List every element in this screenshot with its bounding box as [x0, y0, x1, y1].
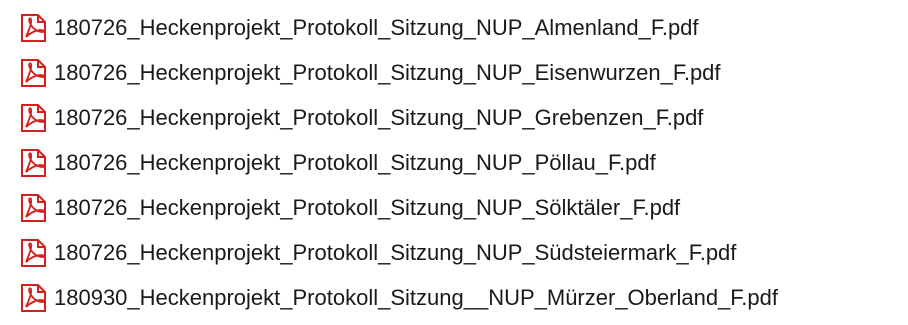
file-item-muerzer-oberland[interactable]: 180930_Heckenprojekt_Protokoll_Sitzung__… — [18, 275, 904, 320]
file-name: 180726_Heckenprojekt_Protokoll_Sitzung_N… — [54, 239, 737, 265]
file-name: 180726_Heckenprojekt_Protokoll_Sitzung_N… — [54, 59, 721, 85]
file-name: 180930_Heckenprojekt_Protokoll_Sitzung__… — [54, 284, 778, 310]
file-list: 180726_Heckenprojekt_Protokoll_Sitzung_N… — [18, 5, 904, 320]
pdf-file-icon — [18, 58, 50, 88]
file-item-suedsteiermark[interactable]: 180726_Heckenprojekt_Protokoll_Sitzung_N… — [18, 230, 904, 275]
file-name: 180726_Heckenprojekt_Protokoll_Sitzung_N… — [54, 14, 699, 40]
pdf-file-icon — [18, 103, 50, 133]
pdf-file-icon — [18, 148, 50, 178]
file-item-soelktaeler[interactable]: 180726_Heckenprojekt_Protokoll_Sitzung_N… — [18, 185, 904, 230]
pdf-file-icon — [18, 193, 50, 223]
file-item-almenland[interactable]: 180726_Heckenprojekt_Protokoll_Sitzung_N… — [18, 5, 904, 50]
file-name: 180726_Heckenprojekt_Protokoll_Sitzung_N… — [54, 149, 656, 175]
pdf-file-icon — [18, 13, 50, 43]
file-name: 180726_Heckenprojekt_Protokoll_Sitzung_N… — [54, 104, 704, 130]
file-name: 180726_Heckenprojekt_Protokoll_Sitzung_N… — [54, 194, 681, 220]
pdf-file-icon — [18, 283, 50, 313]
file-item-poellau[interactable]: 180726_Heckenprojekt_Protokoll_Sitzung_N… — [18, 140, 904, 185]
file-item-grebenzen[interactable]: 180726_Heckenprojekt_Protokoll_Sitzung_N… — [18, 95, 904, 140]
pdf-file-icon — [18, 238, 50, 268]
file-item-eisenwurzen[interactable]: 180726_Heckenprojekt_Protokoll_Sitzung_N… — [18, 50, 904, 95]
